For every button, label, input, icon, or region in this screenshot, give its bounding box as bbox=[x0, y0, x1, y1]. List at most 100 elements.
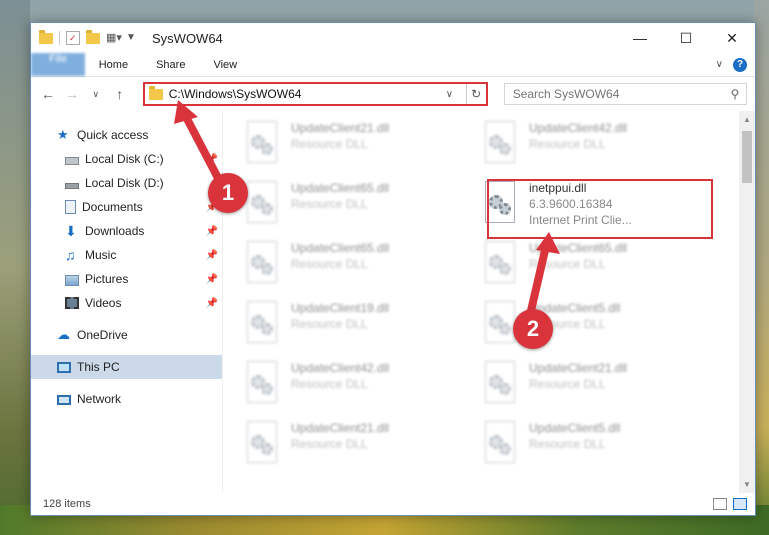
chevron-down-icon[interactable]: ▼ bbox=[126, 31, 140, 45]
highlight-box-inetppui bbox=[487, 179, 713, 239]
sidebar-item-quick-access[interactable]: ★ Quick access bbox=[31, 123, 222, 147]
file-name: UpdateClient65.dll bbox=[291, 181, 390, 195]
scrollbar-thumb[interactable] bbox=[742, 131, 752, 183]
new-folder-icon[interactable] bbox=[86, 29, 100, 44]
divider bbox=[31, 379, 222, 387]
customize-toolbar-icon[interactable]: ▦▾ bbox=[106, 31, 122, 45]
sidebar-item-network[interactable]: Network bbox=[31, 387, 222, 411]
refresh-icon[interactable]: ↻ bbox=[465, 84, 486, 104]
file-list-pane: UpdateClient21.dll Resource DLL UpdateCli… bbox=[223, 111, 755, 493]
tiles-view-icon[interactable] bbox=[733, 498, 747, 510]
sidebar-item-label: This PC bbox=[77, 360, 120, 374]
ribbon-right: ∨ ? bbox=[716, 53, 755, 76]
help-icon[interactable]: ? bbox=[733, 57, 747, 72]
file-name: UpdateClient21.dll bbox=[529, 361, 628, 375]
view-toggle bbox=[713, 498, 755, 510]
file-name: UpdateClient42.dll bbox=[529, 121, 628, 135]
vertical-scrollbar[interactable]: ▲ ▼ bbox=[739, 111, 755, 493]
file-name: UpdateClient5.dll bbox=[529, 421, 621, 435]
maximize-button[interactable]: ☐ bbox=[663, 23, 709, 53]
scroll-up-icon[interactable]: ▲ bbox=[739, 115, 755, 124]
file-item[interactable]: UpdateClient5.dll Resource DLL bbox=[481, 417, 719, 477]
film-icon bbox=[65, 297, 79, 309]
file-item[interactable]: UpdateClient42.dll Resource DLL bbox=[243, 357, 481, 417]
pin-icon[interactable]: 📌 bbox=[206, 250, 218, 261]
file-item[interactable]: UpdateClient19.dll Resource DLL bbox=[243, 297, 481, 357]
dll-file-icon bbox=[243, 181, 281, 225]
desktop-background-left bbox=[0, 0, 30, 535]
file-name: UpdateClient42.dll bbox=[291, 361, 390, 375]
drive-icon bbox=[65, 157, 79, 165]
pin-icon[interactable]: 📌 bbox=[206, 298, 218, 309]
file-description: Resource DLL bbox=[291, 137, 368, 151]
download-arrow-icon: ⬇ bbox=[65, 223, 77, 239]
up-arrow-icon[interactable]: ↑ bbox=[111, 86, 129, 102]
sidebar-item-onedrive[interactable]: ☁ OneDrive bbox=[31, 323, 222, 347]
file-item[interactable]: UpdateClient65.dll Resource DLL bbox=[243, 177, 481, 237]
file-description: Resource DLL bbox=[291, 257, 368, 271]
recent-locations-icon[interactable]: ∨ bbox=[87, 89, 105, 100]
dll-file-icon bbox=[243, 121, 281, 165]
file-description: Resource DLL bbox=[291, 377, 368, 391]
tab-home[interactable]: Home bbox=[85, 53, 142, 76]
picture-icon bbox=[65, 274, 79, 286]
tab-file[interactable]: File bbox=[31, 53, 85, 76]
search-icon[interactable]: ⚲ bbox=[724, 87, 746, 101]
tab-view[interactable]: View bbox=[199, 53, 251, 76]
sidebar-item-this-pc[interactable]: This PC bbox=[31, 355, 222, 379]
search-box: ⚲ bbox=[503, 83, 747, 105]
item-count: 128 items bbox=[43, 498, 91, 510]
file-item[interactable]: UpdateClient21.dll Resource DLL bbox=[243, 417, 481, 477]
sidebar-item-pictures[interactable]: Pictures 📌 bbox=[31, 267, 222, 291]
file-item[interactable]: UpdateClient65.dll Resource DLL bbox=[481, 237, 719, 297]
file-item[interactable]: UpdateClient21.dll Resource DLL bbox=[481, 357, 719, 417]
sidebar-item-downloads[interactable]: ⬇ Downloads 📌 bbox=[31, 219, 222, 243]
sidebar-item-videos[interactable]: Videos 📌 bbox=[31, 291, 222, 315]
sidebar-item-label: Pictures bbox=[85, 272, 129, 286]
file-description: Resource DLL bbox=[291, 197, 368, 211]
file-item[interactable]: UpdateClient65.dll Resource DLL bbox=[243, 237, 481, 297]
drive-icon bbox=[65, 183, 79, 189]
tab-share[interactable]: Share bbox=[142, 53, 199, 76]
file-name: UpdateClient65.dll bbox=[291, 241, 390, 255]
file-item[interactable]: UpdateClient21.dll Resource DLL bbox=[243, 117, 481, 177]
sidebar-item-local-disk-c[interactable]: Local Disk (C:) 📌 bbox=[31, 147, 222, 171]
music-note-icon: ♫ bbox=[65, 247, 76, 263]
file-explorer-window: ✓ ▦▾ ▼ SysWOW64 — ☐ ✕ File Home Share Vi… bbox=[30, 22, 756, 516]
divider bbox=[59, 31, 60, 45]
search-input[interactable] bbox=[512, 87, 724, 101]
network-icon bbox=[57, 395, 71, 405]
dll-file-icon bbox=[481, 361, 519, 405]
file-grid: UpdateClient21.dll Resource DLL UpdateCli… bbox=[243, 117, 733, 477]
address-field[interactable]: C:\Windows\SysWOW64 ∨ ↻ bbox=[142, 82, 488, 106]
minimize-button[interactable]: — bbox=[617, 23, 663, 53]
sidebar-item-music[interactable]: ♫ Music 📌 bbox=[31, 243, 222, 267]
dll-file-icon bbox=[243, 301, 281, 345]
sidebar-item-documents[interactable]: Documents 📌 bbox=[31, 195, 222, 219]
quick-access-toolbar: ✓ ▦▾ ▼ bbox=[31, 29, 140, 45]
expand-ribbon-icon[interactable]: ∨ bbox=[716, 59, 723, 70]
properties-icon[interactable]: ✓ bbox=[66, 31, 80, 45]
file-item[interactable]: UpdateClient42.dll Resource DLL bbox=[481, 117, 719, 177]
back-arrow-icon[interactable]: ← bbox=[39, 86, 57, 102]
navigation-pane: ★ Quick access Local Disk (C:) 📌 Local D… bbox=[31, 111, 223, 493]
scroll-down-icon[interactable]: ▼ bbox=[739, 480, 755, 489]
chevron-down-icon[interactable]: ∨ bbox=[446, 89, 460, 100]
pin-icon[interactable]: 📌 bbox=[206, 274, 218, 285]
folder-icon bbox=[39, 29, 53, 44]
dll-file-icon bbox=[243, 421, 281, 465]
computer-icon bbox=[57, 362, 71, 373]
pin-icon[interactable]: 📌 bbox=[206, 226, 218, 237]
status-bar: 128 items bbox=[31, 493, 755, 515]
pin-icon[interactable]: 📌 bbox=[206, 154, 218, 165]
close-button[interactable]: ✕ bbox=[709, 23, 755, 53]
sidebar-item-label: Downloads bbox=[85, 224, 145, 238]
file-name: UpdateClient21.dll bbox=[291, 121, 390, 135]
details-view-icon[interactable] bbox=[713, 498, 727, 510]
dll-file-icon bbox=[481, 421, 519, 465]
step-badge-2: 2 bbox=[513, 309, 553, 349]
file-description: Resource DLL bbox=[291, 437, 368, 451]
forward-arrow-icon[interactable]: → bbox=[63, 86, 81, 102]
sidebar-item-label: Local Disk (D:) bbox=[85, 176, 164, 190]
sidebar-item-local-disk-d[interactable]: Local Disk (D:) bbox=[31, 171, 222, 195]
